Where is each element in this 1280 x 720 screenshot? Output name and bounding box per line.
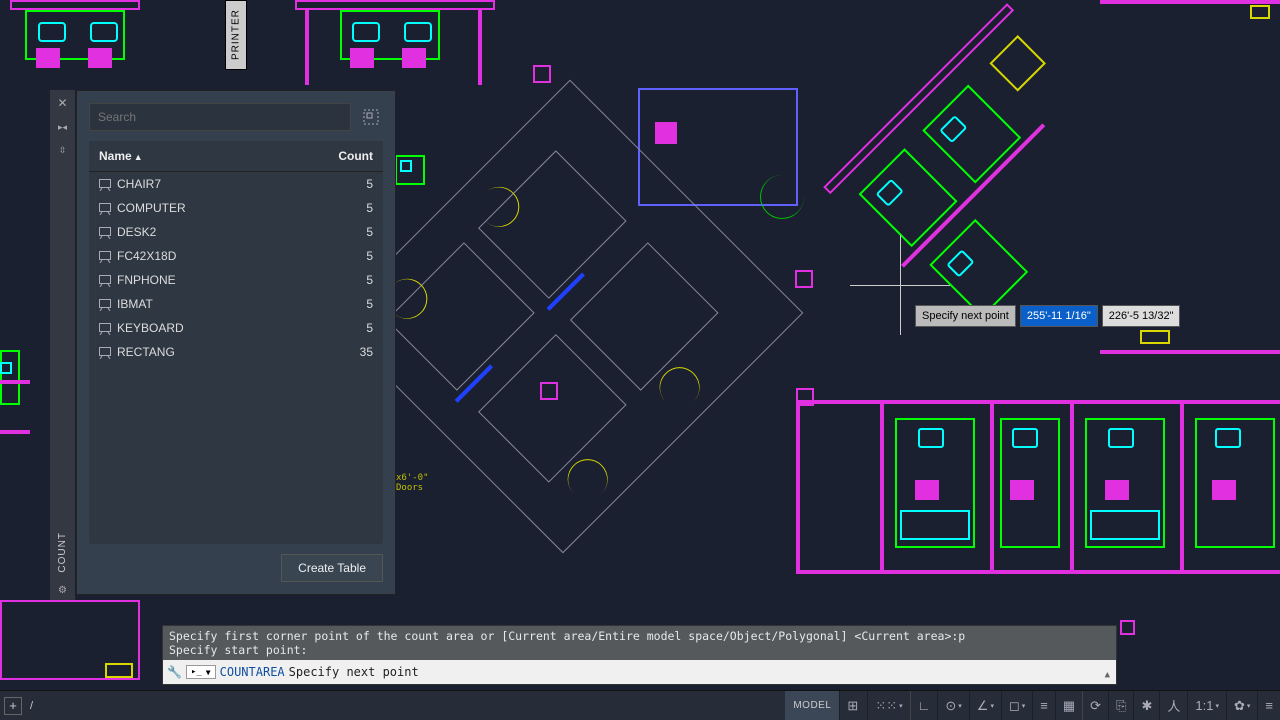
polar-icon[interactable]: ⊙▾	[937, 691, 968, 720]
dimension-text: x6'-0" Doors	[396, 473, 429, 493]
cmd-prompt-icon: ▸_	[191, 667, 202, 677]
transparency-icon[interactable]: ▦	[1055, 691, 1082, 720]
selection-area-icon[interactable]	[359, 103, 383, 131]
model-space-button[interactable]: MODEL	[785, 691, 839, 720]
command-input-line[interactable]: 🔧 ▸_ ▼ COUNTAREA Specify next point ▲	[163, 660, 1116, 684]
cycling-icon[interactable]: ⟳	[1082, 691, 1108, 720]
block-name: FNPHONE	[117, 273, 176, 287]
annoauto-icon[interactable]: 人	[1159, 691, 1187, 720]
block-name: DESK2	[117, 225, 156, 239]
block-icon	[99, 227, 111, 239]
block-icon	[99, 203, 111, 215]
osnap-icon[interactable]: ◻▾	[1001, 691, 1032, 720]
ortho-icon[interactable]: ∟	[910, 691, 938, 720]
gear-icon[interactable]: ⚙	[58, 581, 67, 600]
dynamic-coord-y[interactable]: 226'-5 13/32"	[1102, 305, 1181, 327]
table-row[interactable]: DESK2 5	[89, 220, 383, 244]
dynamic-prompt: Specify next point	[915, 305, 1016, 327]
create-table-button[interactable]: Create Table	[281, 554, 383, 582]
grid-icon[interactable]: ⊞	[839, 691, 867, 720]
snap-icon[interactable]: ⁙⁙▾	[867, 691, 909, 720]
block-count: 5	[283, 172, 383, 197]
palette-title: COUNT	[57, 532, 68, 573]
table-row[interactable]: CHAIR7 5	[89, 172, 383, 197]
scale-button[interactable]: 1:1▾	[1187, 691, 1226, 720]
table-row[interactable]: KEYBOARD 5	[89, 316, 383, 340]
status-left-text: /	[30, 700, 33, 712]
block-name: KEYBOARD	[117, 321, 184, 335]
block-name: FC42X18D	[117, 249, 176, 263]
table-row[interactable]: COMPUTER 5	[89, 196, 383, 220]
block-count: 5	[283, 244, 383, 268]
block-count: 5	[283, 220, 383, 244]
command-history: Specify first corner point of the count …	[163, 626, 1116, 660]
command-prompt-text: Specify next point	[289, 665, 419, 679]
sort-asc-icon: ▲	[134, 152, 143, 162]
block-name: CHAIR7	[117, 177, 161, 191]
printer-label: PRINTER	[225, 0, 247, 70]
menu-icon[interactable]: ⇳	[59, 139, 67, 162]
block-count: 35	[283, 340, 383, 364]
block-count: 5	[283, 316, 383, 340]
count-palette-titlebar[interactable]: ✕ ▸◂ ⇳ COUNT ⚙	[50, 90, 75, 600]
count-table: Name▲ Count CHAIR75COMPUTER5DESK25FC42X1…	[89, 141, 383, 364]
command-line[interactable]: Specify first corner point of the count …	[162, 625, 1117, 685]
table-row[interactable]: IBMAT 5	[89, 292, 383, 316]
search-input[interactable]	[89, 103, 351, 131]
layout-add-button[interactable]: +	[4, 697, 22, 715]
block-name: RECTANG	[117, 345, 175, 359]
dynamic-coord-x[interactable]: 255'-11 1/16"	[1020, 305, 1098, 327]
block-count: 5	[283, 268, 383, 292]
customize-icon[interactable]: ≡	[1257, 691, 1280, 720]
block-icon	[99, 251, 111, 263]
wrench-icon[interactable]: 🔧	[167, 665, 182, 679]
table-row[interactable]: RECTANG 35	[89, 340, 383, 364]
table-row[interactable]: FC42X18D 5	[89, 244, 383, 268]
dynamic-input: Specify next point 255'-11 1/16" 226'-5 …	[915, 305, 1180, 327]
block-name: COMPUTER	[117, 201, 186, 215]
history-up-icon[interactable]: ▲	[1105, 670, 1110, 680]
status-bar: + / MODEL ⊞ ⁙⁙▾ ∟ ⊙▾ ∠▾ ◻▾ ≡ ▦ ⟳ ⎘ ✱ 人 1…	[0, 690, 1280, 720]
isoplane-icon[interactable]: ∠▾	[969, 691, 1001, 720]
annovis-icon[interactable]: ✱	[1133, 691, 1159, 720]
block-count: 5	[283, 196, 383, 220]
close-icon[interactable]: ✕	[57, 90, 67, 116]
block-icon	[99, 347, 111, 359]
active-command: COUNTAREA	[220, 665, 285, 679]
block-name: IBMAT	[117, 297, 153, 311]
col-name[interactable]: Name▲	[89, 141, 283, 172]
block-icon	[99, 275, 111, 287]
autohide-icon[interactable]: ▸◂	[58, 116, 67, 139]
block-count: 5	[283, 292, 383, 316]
block-icon	[99, 179, 111, 191]
workspace-icon[interactable]: ✿▾	[1226, 691, 1257, 720]
lineweight-icon[interactable]: ≡	[1032, 691, 1055, 720]
block-icon	[99, 299, 111, 311]
cmd-dropdown-icon[interactable]: ▼	[206, 668, 211, 677]
annoscale-icon[interactable]: ⎘	[1108, 691, 1133, 720]
col-count[interactable]: Count	[283, 141, 383, 172]
table-row[interactable]: FNPHONE 5	[89, 268, 383, 292]
block-icon	[99, 323, 111, 335]
count-palette: Name▲ Count CHAIR75COMPUTER5DESK25FC42X1…	[76, 90, 396, 595]
